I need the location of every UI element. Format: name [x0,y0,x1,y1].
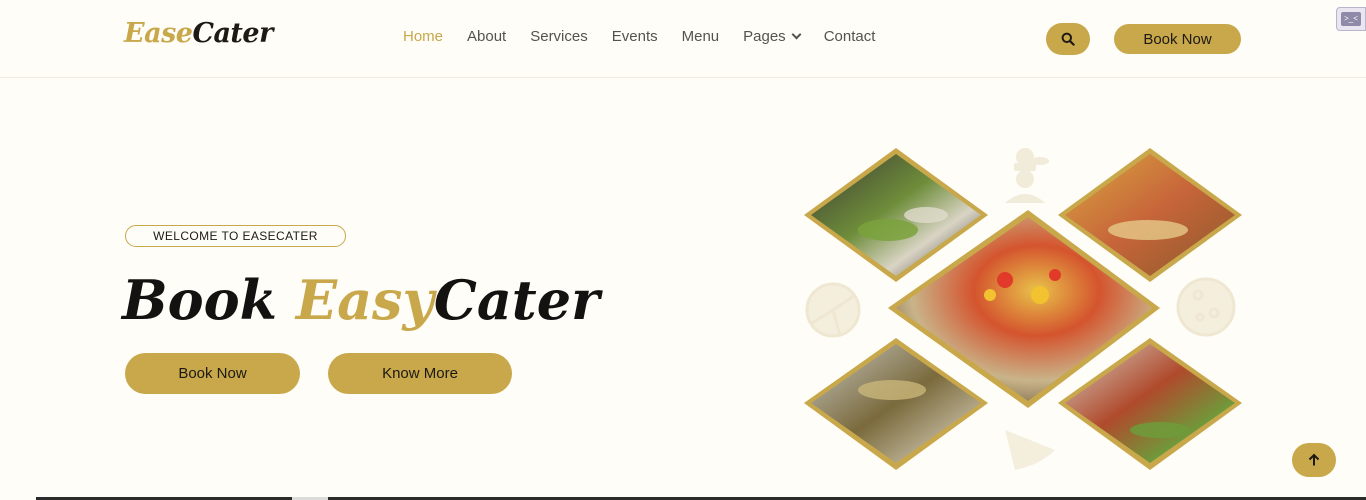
hero-title-part2: Cater [433,268,600,332]
brand-logo-part2: Cater [192,18,273,49]
header-book-now-button[interactable]: Book Now [1114,24,1241,54]
main-nav: Home About Services Events Menu Pages Co… [403,28,899,45]
hero-title: Book EasyCater [122,268,600,332]
nav-about[interactable]: About [467,28,506,45]
arrow-up-icon [1308,453,1320,466]
pizza-icon [805,282,861,338]
extension-icon: >_< [1341,12,1361,26]
browser-extension-widget[interactable]: >_< [1336,7,1366,31]
hero-title-accent: Easy [295,268,434,332]
food-image-collage [804,148,1242,470]
search-button[interactable] [1046,23,1090,55]
hero-book-now-button[interactable]: Book Now [125,353,300,394]
chef-icon [1005,148,1049,203]
pizza-slice-icon [1005,430,1055,470]
welcome-badge: WELCOME TO EASECATER [125,225,346,247]
pizza-icon [1176,277,1236,337]
hero-title-part1: Book [122,268,296,332]
hero-know-more-button[interactable]: Know More [328,353,512,394]
brand-logo[interactable]: EaseCater [124,18,273,49]
nav-menu[interactable]: Menu [682,28,720,45]
scroll-to-top-button[interactable] [1292,443,1336,477]
nav-pages-label: Pages [743,28,786,45]
nav-pages[interactable]: Pages [743,28,802,45]
nav-services[interactable]: Services [530,28,588,45]
search-icon [1061,32,1075,46]
site-header: EaseCater Home About Services Events Men… [0,0,1366,78]
nav-events[interactable]: Events [612,28,658,45]
brand-logo-part1: Ease [124,18,193,49]
chevron-down-icon [791,29,802,40]
nav-contact[interactable]: Contact [824,28,876,45]
nav-home[interactable]: Home [403,28,443,45]
